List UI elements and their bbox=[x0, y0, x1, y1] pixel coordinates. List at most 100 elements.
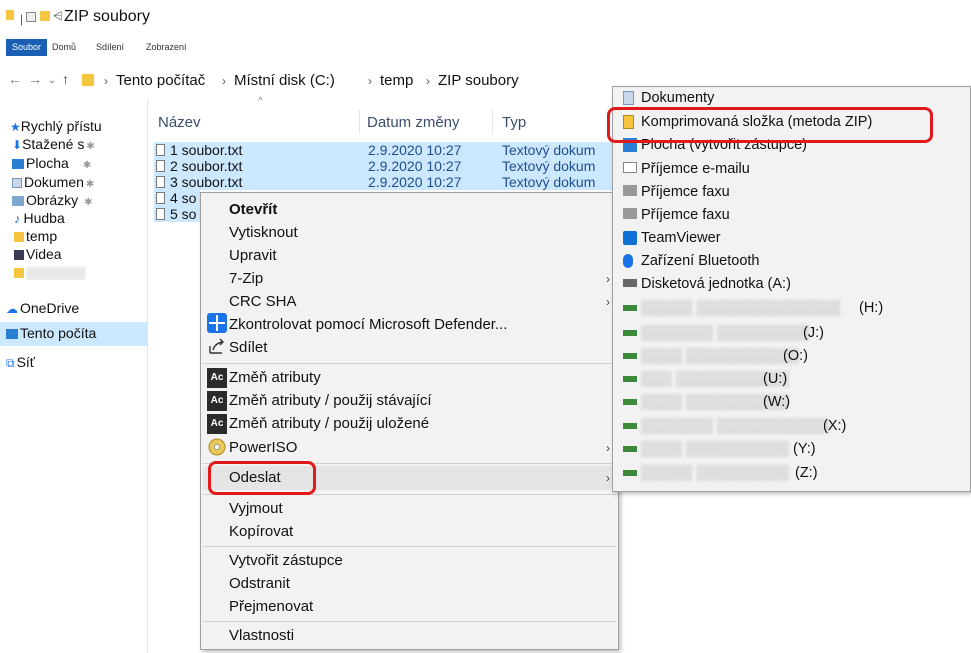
documents-icon bbox=[12, 178, 22, 188]
menu-item-create-shortcut[interactable]: Vytvořit zástupce bbox=[229, 550, 343, 572]
menu-item-defender-scan[interactable]: Zkontrolovat pomocí Microsoft Defender..… bbox=[229, 314, 507, 336]
nav-item-pictures[interactable]: Obrázky ✱ bbox=[12, 192, 93, 208]
nav-item-documents[interactable]: Dokumen ✱ bbox=[12, 174, 94, 190]
menu-item-share[interactable]: Sdílet bbox=[229, 337, 267, 359]
menu-item-7zip[interactable]: 7-Zip bbox=[229, 268, 263, 290]
menu-item-poweriso[interactable]: PowerISO bbox=[229, 437, 297, 459]
submenu-item-network-drive[interactable]: ▒▒▒▒ ▒▒▒▒▒▒▒▒▒▒ (Y:) bbox=[613, 438, 970, 461]
text-file-icon bbox=[156, 144, 165, 156]
floppy-drive-icon bbox=[623, 279, 637, 287]
nav-item-temp[interactable]: temp bbox=[14, 228, 57, 244]
file-row[interactable]: 3 soubor.txt 2.9.2020 10:27 Textový doku… bbox=[154, 174, 620, 190]
tab-view[interactable]: Zobrazení bbox=[140, 39, 193, 56]
back-icon[interactable]: ← bbox=[8, 71, 22, 87]
file-date: 2.9.2020 10:27 bbox=[368, 158, 462, 174]
submenu-arrow-icon: › bbox=[606, 471, 610, 485]
window-title: ZIP soubory bbox=[64, 8, 150, 25]
forward-icon[interactable]: → bbox=[28, 71, 42, 87]
nav-item-quick-access[interactable]: ★Rychlý přístu bbox=[10, 118, 148, 134]
up-icon[interactable]: ↑ bbox=[62, 71, 69, 87]
breadcrumb-local-disk[interactable]: Místní disk (C:) bbox=[234, 72, 335, 89]
file-row[interactable]: 5 so bbox=[154, 206, 200, 222]
submenu-item-network-drive[interactable]: ▒▒▒▒ ▒▒▒▒▒▒▒▒▒▒ (W:) bbox=[613, 391, 970, 414]
column-header-name[interactable]: Název bbox=[158, 114, 201, 131]
network-icon: ⧉ bbox=[6, 356, 15, 370]
network-drive-icon bbox=[623, 376, 637, 382]
menu-item-copy[interactable]: Kopírovat bbox=[229, 521, 293, 543]
menu-item-cut[interactable]: Vyjmout bbox=[229, 498, 283, 520]
menu-item-change-attributes-current[interactable]: Změň atributy / použij stávající bbox=[229, 390, 432, 412]
submenu-item-bluetooth[interactable]: Zařízení Bluetooth bbox=[641, 250, 760, 273]
file-row[interactable]: 2 soubor.txt 2.9.2020 10:27 Textový doku… bbox=[154, 158, 620, 174]
submenu-item-fax-recipient[interactable]: Příjemce faxu bbox=[641, 181, 730, 204]
nav-item-blurred[interactable]: ▒▒▒▒▒▒▒ bbox=[14, 264, 86, 280]
nav-label: Síť bbox=[16, 354, 36, 370]
menu-item-change-attributes-saved[interactable]: Změň atributy / použij uložené bbox=[229, 413, 429, 435]
column-divider[interactable] bbox=[359, 110, 360, 134]
menu-item-delete[interactable]: Odstranit bbox=[229, 573, 290, 595]
text-file-icon bbox=[156, 160, 165, 172]
nav-item-music[interactable]: ♪ Hudba bbox=[14, 210, 65, 226]
submenu-item-network-drive[interactable]: ▒▒▒▒ ▒▒▒▒▒▒▒▒▒▒▒ (O:) bbox=[613, 345, 970, 368]
tab-share[interactable]: Sdílení bbox=[90, 39, 130, 56]
ribbon-tabs: Soubor Domů Sdílení Zobrazení bbox=[0, 38, 971, 58]
menu-item-print[interactable]: Vytisknout bbox=[229, 222, 298, 244]
submenu-item-network-drive[interactable]: ▒▒▒▒▒ ▒▒▒▒▒▒▒▒▒▒▒▒▒▒ (H:) bbox=[613, 297, 970, 320]
breadcrumb-this-pc[interactable]: Tento počítač bbox=[116, 72, 205, 89]
column-divider[interactable] bbox=[492, 110, 493, 134]
pin-icon: ✱ bbox=[86, 141, 95, 152]
fax-icon bbox=[623, 185, 637, 196]
nav-item-videos[interactable]: Videa bbox=[14, 246, 62, 262]
file-row[interactable]: 4 so bbox=[154, 190, 200, 206]
submenu-arrow-icon: › bbox=[606, 272, 610, 286]
nav-item-onedrive[interactable]: ☁ OneDrive bbox=[6, 300, 79, 316]
blurred-drive-name: ▒▒▒▒ ▒▒▒▒▒▒▒▒▒▒▒ bbox=[641, 348, 800, 364]
menu-item-open[interactable]: Otevřít bbox=[229, 199, 277, 221]
menu-item-change-attributes[interactable]: Změň atributy bbox=[229, 367, 321, 389]
blurred-drive-name: ▒▒▒▒▒ ▒▒▒▒▒▒▒▒▒ bbox=[641, 465, 789, 481]
submenu-item-network-drive[interactable]: ▒▒▒▒▒ ▒▒▒▒▒▒▒▒▒ (Z:) bbox=[613, 462, 970, 485]
menu-item-rename[interactable]: Přejmenovat bbox=[229, 596, 313, 618]
file-date: 2.9.2020 10:27 bbox=[368, 142, 462, 158]
file-row[interactable]: 1 soubor.txt 2.9.2020 10:27 Textový doku… bbox=[154, 142, 620, 158]
column-header-type[interactable]: Typ bbox=[502, 114, 526, 131]
submenu-item-fax-recipient-2[interactable]: Příjemce faxu bbox=[641, 204, 730, 227]
nav-item-desktop[interactable]: Plocha ✱ bbox=[12, 155, 91, 171]
tab-home[interactable]: Domů bbox=[46, 39, 82, 56]
properties-icon[interactable] bbox=[26, 12, 36, 22]
bluetooth-icon bbox=[623, 254, 633, 268]
network-drive-icon bbox=[623, 399, 637, 405]
star-icon: ★ bbox=[10, 120, 21, 134]
tab-file[interactable]: Soubor bbox=[6, 39, 48, 56]
folder-icon bbox=[82, 74, 94, 86]
submenu-item-teamviewer[interactable]: TeamViewer bbox=[641, 227, 721, 250]
file-type: Textový dokum bbox=[502, 158, 596, 174]
blurred-drive-name: ▒▒▒▒▒ ▒▒▒▒▒▒▒▒▒▒▒▒▒▒ bbox=[641, 300, 841, 316]
menu-item-edit[interactable]: Upravit bbox=[229, 245, 277, 267]
menu-item-properties[interactable]: Vlastnosti bbox=[229, 625, 294, 647]
drive-letter: (X:) bbox=[823, 418, 847, 434]
submenu-item-mail-recipient[interactable]: Příjemce e-mailu bbox=[641, 158, 750, 181]
menu-item-crc-sha[interactable]: CRC SHA bbox=[229, 291, 297, 313]
nav-item-network[interactable]: ⧉ Síť bbox=[6, 354, 35, 371]
file-date: 2.9.2020 10:27 bbox=[368, 174, 462, 190]
new-folder-icon[interactable] bbox=[40, 11, 50, 21]
recent-dropdown-icon[interactable]: ⌄ bbox=[48, 75, 56, 86]
change-attributes-icon: Ac bbox=[207, 414, 227, 434]
network-drive-icon bbox=[623, 470, 637, 476]
nav-item-downloads[interactable]: ⬇Stažené s ✱ bbox=[12, 136, 148, 152]
file-name: 3 soubor.txt bbox=[170, 174, 243, 190]
column-header-date[interactable]: Datum změny bbox=[367, 114, 460, 131]
nav-item-this-pc[interactable]: Tento počíta bbox=[0, 322, 148, 346]
customize-toolbar-icon[interactable]: ⩤ bbox=[53, 9, 63, 24]
nav-label: temp bbox=[26, 228, 58, 244]
video-icon bbox=[14, 250, 24, 260]
breadcrumb-zip-folder[interactable]: ZIP soubory bbox=[438, 72, 519, 89]
submenu-item-network-drive[interactable]: ▒▒▒ ▒▒▒▒▒▒▒▒▒▒▒ (U:) bbox=[613, 368, 970, 391]
submenu-item-network-drive[interactable]: ▒▒▒▒▒▒▒ ▒▒▒▒▒▒▒▒▒▒▒ (X:) bbox=[613, 415, 970, 438]
submenu-item-network-drive[interactable]: ▒▒▒▒▒▒▒ ▒▒▒▒▒▒▒▒▒ (J:) bbox=[613, 322, 970, 345]
drive-letter: (W:) bbox=[763, 394, 791, 410]
submenu-item-floppy[interactable]: Disketová jednotka (A:) bbox=[641, 273, 791, 296]
menu-separator bbox=[203, 363, 616, 364]
breadcrumb-temp[interactable]: temp bbox=[380, 72, 413, 89]
